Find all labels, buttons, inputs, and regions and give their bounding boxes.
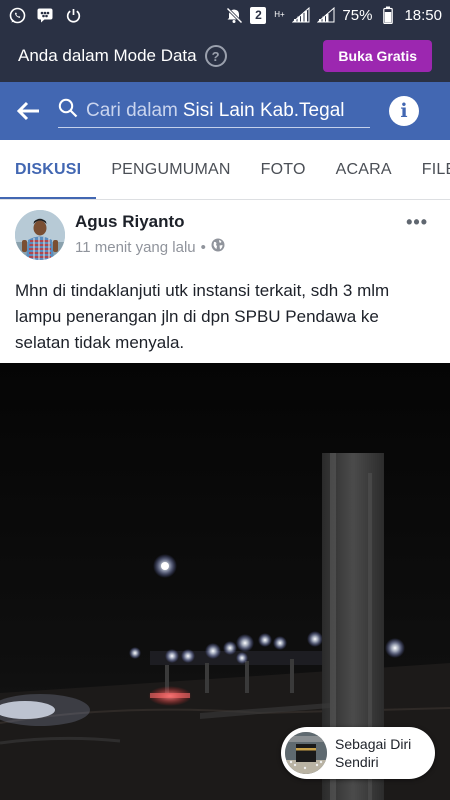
post-as-identity-pill[interactable]: Sebagai Diri Sendiri (281, 727, 435, 779)
tab-acara[interactable]: ACARA (321, 140, 407, 199)
status-left-icons (8, 6, 82, 24)
battery-percent: 75% (342, 6, 373, 24)
signal-icon (292, 6, 310, 24)
search-icon (58, 98, 78, 124)
group-tabs: DISKUSI PENGUMUMAN FOTO ACARA FILE (0, 140, 450, 200)
identity-label: Sebagai Diri Sendiri (335, 736, 412, 770)
signal-2-icon (317, 6, 335, 24)
sim-badge: 2 (250, 6, 267, 24)
data-mode-banner: Anda dalam Mode Data ? Buka Gratis (0, 30, 450, 82)
mute-icon (225, 6, 243, 24)
tab-pengumuman[interactable]: PENGUMUMAN (96, 140, 245, 199)
search-group-name: Sisi Lain Kab.Tegal (182, 99, 345, 121)
post-header: Agus Riyanto 11 menit yang lalu • ••• (0, 200, 450, 266)
power-icon (64, 6, 82, 24)
post-card: Agus Riyanto 11 menit yang lalu • ••• Mh… (0, 200, 450, 800)
post-meta: 11 menit yang lalu • (75, 238, 225, 256)
identity-avatar (285, 732, 327, 774)
network-type-label: H+ (274, 10, 285, 19)
battery-icon (379, 6, 397, 24)
tab-diskusi[interactable]: DISKUSI (0, 140, 97, 199)
more-options-icon[interactable]: ••• (406, 212, 428, 233)
author-avatar[interactable] (15, 210, 65, 260)
tab-file[interactable]: FILE (407, 140, 450, 199)
data-mode-text: Anda dalam Mode Data (18, 46, 197, 65)
help-icon[interactable]: ? (204, 45, 227, 67)
post-author[interactable]: Agus Riyanto (75, 212, 185, 232)
status-bar: 2 H+ 75% 18:50 (0, 0, 450, 30)
whatsapp-icon (8, 6, 26, 24)
post-text: Mhn di tindaklanjuti utk instansi terkai… (15, 281, 390, 352)
back-arrow-icon[interactable] (0, 82, 58, 140)
search-placeholder: Cari dalam (86, 99, 178, 121)
open-free-button[interactable]: Buka Gratis (323, 40, 432, 72)
clock: 18:50 (404, 6, 442, 24)
meta-separator: • (200, 238, 206, 256)
group-search-input[interactable]: Cari dalam Sisi Lain Kab.Tegal (58, 94, 370, 128)
post-timestamp[interactable]: 11 menit yang lalu (75, 239, 196, 256)
search-header: Cari dalam Sisi Lain Kab.Tegal i (0, 82, 450, 140)
globe-icon (211, 238, 225, 256)
info-icon[interactable]: i (389, 96, 419, 126)
bbm-icon (36, 6, 54, 24)
status-right-icons: 2 H+ 75% 18:50 (225, 6, 442, 24)
tab-foto[interactable]: FOTO (246, 140, 321, 199)
